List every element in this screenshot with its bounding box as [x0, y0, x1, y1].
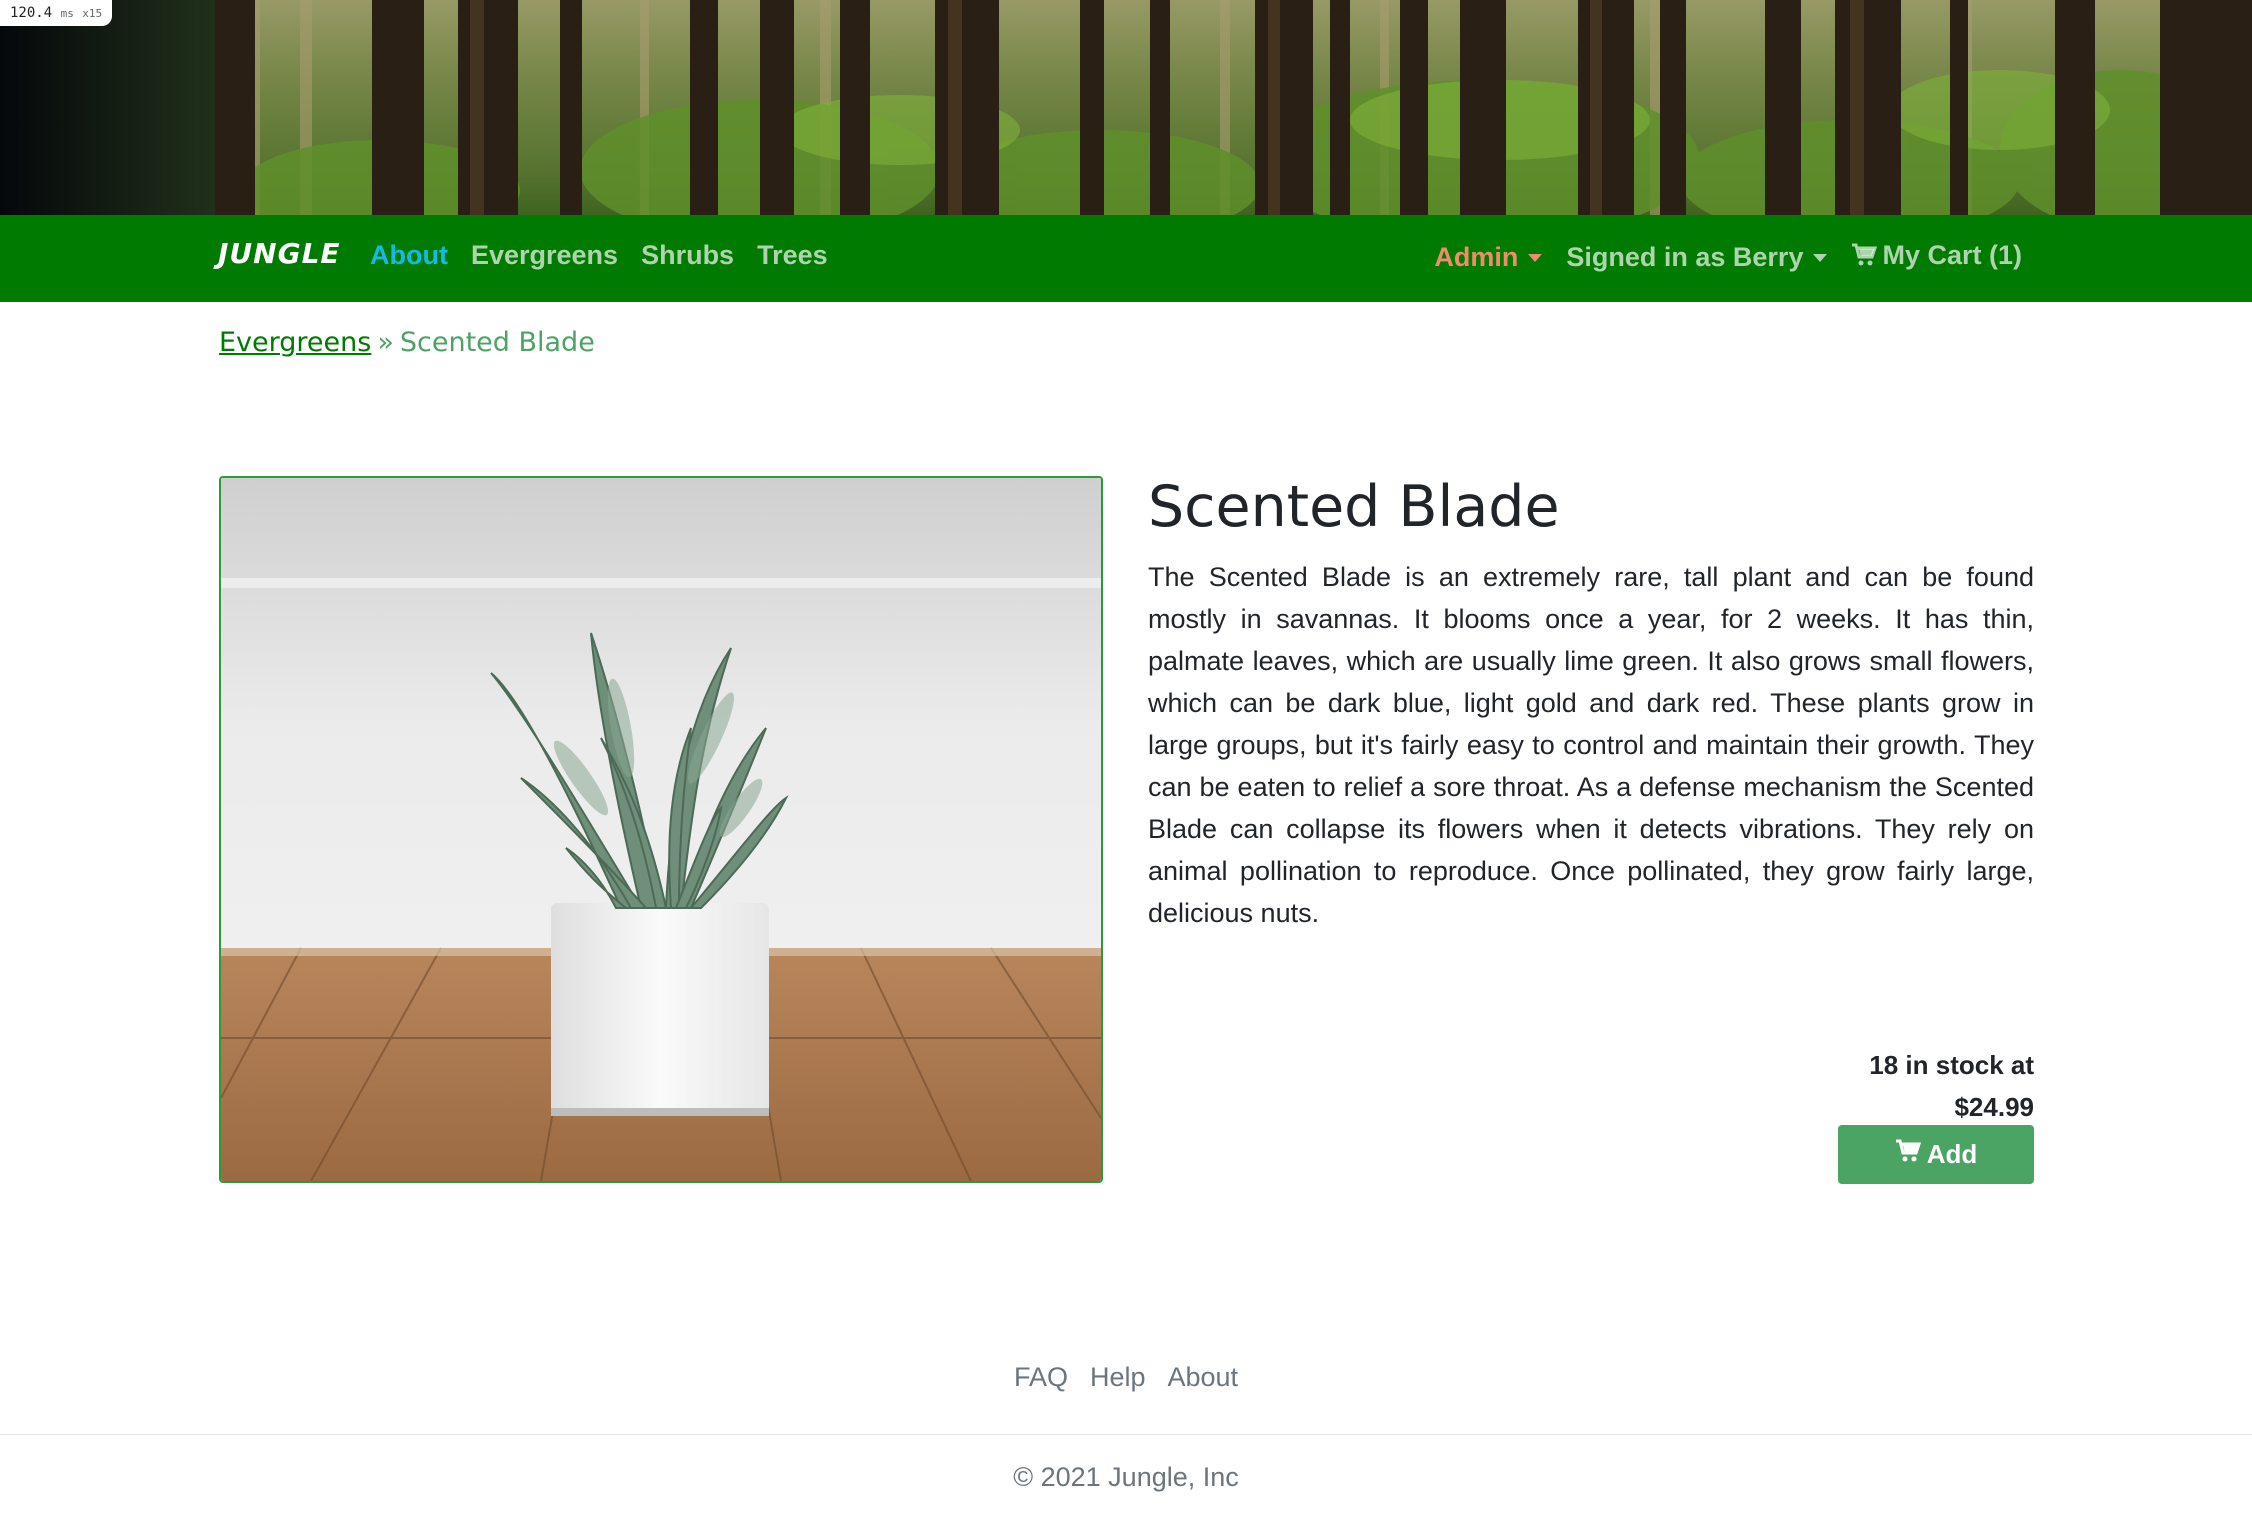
brand-logo[interactable]: JUNGLE — [218, 237, 341, 270]
add-button-label: Add — [1926, 1139, 1978, 1169]
shopping-cart-icon — [1895, 1139, 1921, 1170]
footer-link-about[interactable]: About — [1167, 1362, 1238, 1393]
product-description: The Scented Blade is an extremely rare, … — [1148, 562, 2034, 928]
caret-down-icon — [1813, 254, 1828, 263]
perf-value: 120.4 — [10, 5, 53, 21]
caret-down-icon — [1528, 254, 1543, 263]
footer-link-faq[interactable]: FAQ — [1014, 1362, 1068, 1393]
admin-label: Admin — [1434, 241, 1519, 272]
my-cart-link[interactable]: My Cart (1) — [1851, 240, 2022, 274]
breadcrumb-separator: » — [377, 327, 394, 358]
breadcrumb-parent-link[interactable]: Evergreens — [219, 327, 371, 358]
nav-link-evergreens[interactable]: Evergreens — [471, 240, 618, 271]
perf-multiplier: x15 — [82, 7, 103, 20]
stock-info: 18 in stock at $24.99 — [1869, 1044, 2034, 1128]
nav-link-shrubs[interactable]: Shrubs — [641, 240, 734, 271]
product-price: $24.99 — [1954, 1092, 2034, 1122]
footer-link-help[interactable]: Help — [1090, 1362, 1146, 1393]
nav-link-trees[interactable]: Trees — [757, 240, 828, 271]
admin-dropdown[interactable]: Admin — [1434, 241, 1543, 273]
add-to-cart-button[interactable]: Add — [1838, 1125, 2034, 1184]
main-navbar: JUNGLE About Evergreens Shrubs Trees Adm… — [0, 215, 2252, 302]
footer-links: FAQ Help About — [0, 1362, 2252, 1393]
perf-unit: ms — [60, 7, 74, 20]
user-dropdown[interactable]: Signed in as Berry — [1566, 241, 1828, 273]
nav-link-about[interactable]: About — [370, 240, 448, 271]
breadcrumb-current: Scented Blade — [399, 327, 595, 358]
cart-label: My Cart (1) — [1882, 240, 2022, 270]
stock-line: 18 in stock at — [1869, 1050, 2034, 1080]
nav-right: Admin Signed in as Berry My Cart (1) — [1434, 240, 2022, 274]
perf-badge: 120.4 ms x15 — [0, 0, 113, 26]
copyright-text: © 2021 Jungle, Inc — [1013, 1462, 1239, 1492]
product-image — [219, 476, 1103, 1183]
nav-links: About Evergreens Shrubs Trees — [370, 240, 828, 271]
header-banner-image — [0, 0, 2252, 215]
user-label: Signed in as Berry — [1566, 241, 1804, 272]
product-title: Scented Blade — [1148, 474, 1560, 540]
breadcrumb: Evergreens» Scented Blade — [219, 327, 595, 358]
shopping-cart-icon — [1851, 243, 1878, 274]
footer-divider — [0, 1434, 2252, 1435]
